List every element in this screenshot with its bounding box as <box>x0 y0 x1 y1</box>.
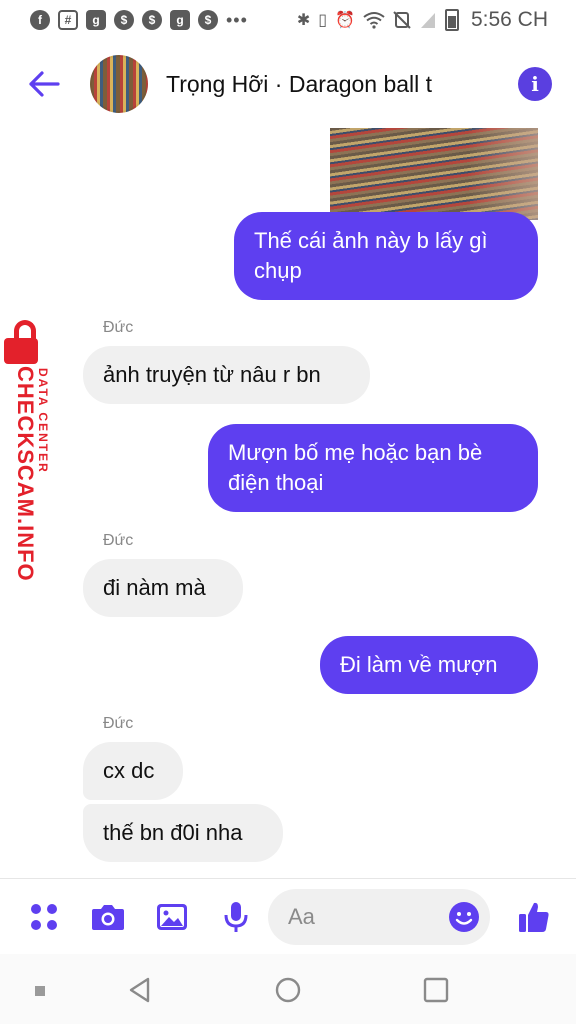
overview-square-icon[interactable] <box>422 976 450 1004</box>
microphone-icon[interactable] <box>216 897 256 937</box>
back-triangle-icon[interactable] <box>126 976 154 1004</box>
app-s-icon: $ <box>198 10 218 30</box>
app-s-icon: $ <box>114 10 134 30</box>
thumbs-up-icon[interactable] <box>514 897 554 937</box>
emoji-icon[interactable] <box>448 901 480 933</box>
outgoing-message[interactable]: Mượn bố mẹ hoặc bạn bè điện thoại <box>208 424 538 512</box>
watermark: CHECKSCAM.INFO DATA CENTER <box>0 308 64 588</box>
status-bar: f # g $ $ g $ ••• ✱ ▯ ⏰ 5:56 CH <box>0 0 576 40</box>
message-text: Mượn bố mẹ hoặc bạn bè điện thoại <box>228 440 483 495</box>
outgoing-message[interactable]: Thế cái ảnh này b lấy gì chụp <box>234 212 538 300</box>
sender-name: Đức <box>103 532 134 549</box>
outgoing-message[interactable]: Đi làm về mượn <box>320 636 538 694</box>
no-sim-icon <box>393 11 411 29</box>
incoming-message[interactable]: cx dc <box>83 742 183 800</box>
incoming-message[interactable]: ảnh truyện từ nâu r bn <box>83 346 370 404</box>
system-icons: ✱ ▯ ⏰ 5:56 CH <box>297 8 548 32</box>
more-dots-icon: ••• <box>226 9 248 30</box>
message-input[interactable]: Aa <box>268 889 490 945</box>
sender-name: Đức <box>103 715 134 732</box>
message-text: ảnh truyện từ nâu r bn <box>103 362 321 387</box>
messenger-screen: f # g $ $ g $ ••• ✱ ▯ ⏰ 5:56 CH Trọng Hỡ… <box>0 0 576 1024</box>
conversation-title[interactable]: Trọng Hỡi · Daragon ball t <box>166 71 518 98</box>
home-circle-icon[interactable] <box>274 976 302 1004</box>
app-g-icon: g <box>86 10 106 30</box>
gallery-icon[interactable] <box>152 897 192 937</box>
message-input-placeholder: Aa <box>288 904 315 929</box>
notification-icons: f # g $ $ g $ ••• <box>30 10 248 31</box>
camera-icon[interactable] <box>88 897 128 937</box>
watermark-text: CHECKSCAM.INFO <box>13 366 38 582</box>
contact-avatar[interactable] <box>90 55 148 113</box>
message-composer: Aa <box>0 878 576 954</box>
info-icon[interactable]: i <box>518 67 552 101</box>
lock-body <box>4 338 38 364</box>
alarm-icon: ⏰ <box>335 12 355 29</box>
recent-dot-icon[interactable] <box>35 986 45 996</box>
system-nav-bar <box>0 954 576 1024</box>
photo-message[interactable] <box>330 128 538 220</box>
facebook-icon: f <box>30 10 50 30</box>
grid-icon: # <box>58 10 78 30</box>
sender-name: Đức <box>103 319 134 336</box>
incoming-message[interactable]: đi nàm mà <box>83 559 243 617</box>
message-text: đi nàm mà <box>103 575 206 600</box>
app-g-icon: g <box>170 10 190 30</box>
vibrate-icon: ▯ <box>318 12 328 29</box>
signal-icon <box>420 13 435 28</box>
back-arrow-icon[interactable] <box>24 64 64 104</box>
wifi-icon <box>363 12 385 29</box>
message-text: thế bn đ0i nha <box>103 820 243 845</box>
message-text: cx dc <box>103 758 155 783</box>
message-text: Thế cái ảnh này b lấy gì chụp <box>254 228 488 283</box>
conversation-header: Trọng Hỡi · Daragon ball t i <box>0 50 576 118</box>
watermark-subtext: DATA CENTER <box>36 368 50 474</box>
bluetooth-icon: ✱ <box>296 12 311 29</box>
apps-icon[interactable] <box>24 897 64 937</box>
battery-icon <box>444 9 459 31</box>
incoming-message[interactable]: thế bn đ0i nha <box>83 804 283 862</box>
app-s-icon: $ <box>142 10 162 30</box>
message-text: Đi làm về mượn <box>340 652 498 677</box>
clock: 5:56 CH <box>470 8 548 31</box>
message-list[interactable]: Thế cái ảnh này b lấy gì chụp Đức ảnh tr… <box>0 118 576 870</box>
